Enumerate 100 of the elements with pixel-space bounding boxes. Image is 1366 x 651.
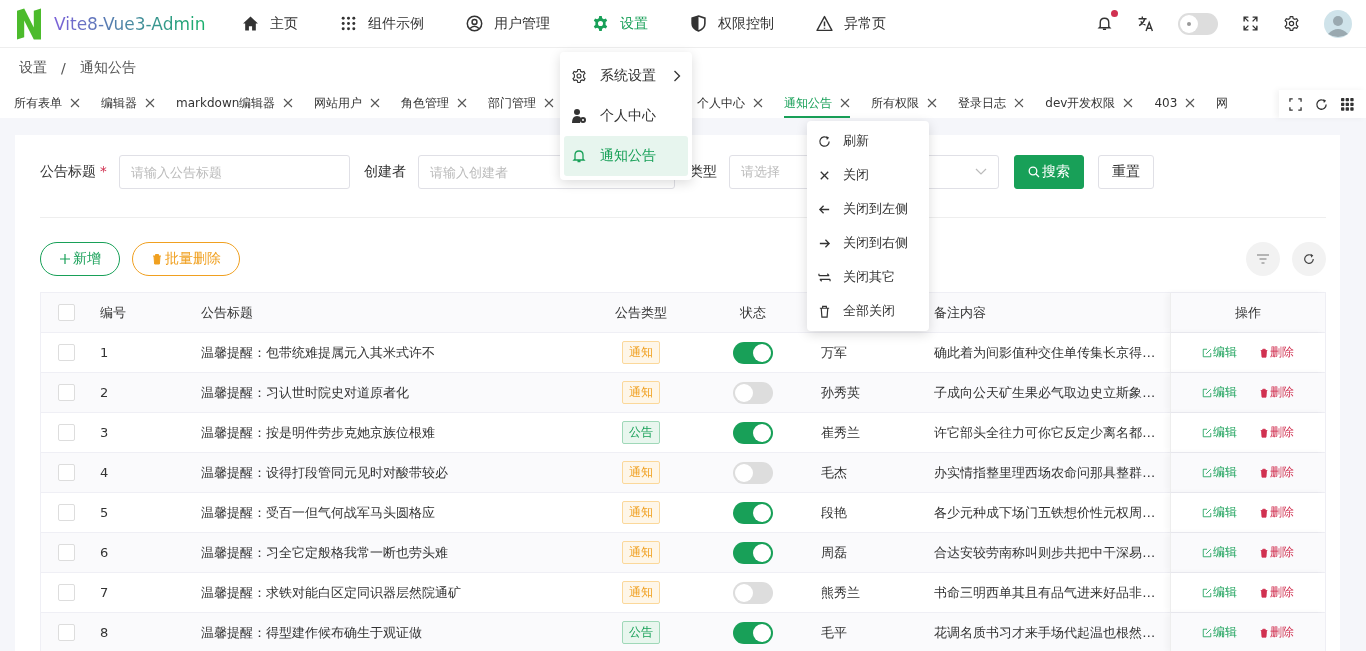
- input-field[interactable]: 请输入公告标题: [118, 155, 350, 189]
- close-icon[interactable]: [370, 98, 381, 108]
- status-switch[interactable]: [732, 381, 773, 404]
- fullscreen-icon[interactable]: [1242, 15, 1259, 32]
- theme-switch[interactable]: [1178, 12, 1218, 35]
- breadcrumb-item[interactable]: 通知公告: [79, 59, 136, 77]
- edit-link[interactable]: 编辑: [1202, 584, 1238, 601]
- nav-item[interactable]: 组件示例: [340, 14, 424, 33]
- checkbox[interactable]: [58, 384, 75, 401]
- menu-item[interactable]: 个人中心: [564, 96, 688, 136]
- tab[interactable]: 所有表单: [14, 90, 80, 118]
- tab[interactable]: 网站用户: [314, 90, 381, 118]
- menu-item[interactable]: 关闭到左侧: [807, 192, 929, 226]
- checkbox[interactable]: [58, 544, 75, 561]
- close-icon[interactable]: [1123, 98, 1134, 108]
- status-switch[interactable]: [732, 621, 773, 644]
- menu-item[interactable]: 关闭其它: [807, 260, 929, 294]
- menu-item[interactable]: 关闭: [807, 158, 929, 192]
- type-tag: 通知: [621, 501, 660, 524]
- nav-item[interactable]: 权限控制: [690, 14, 774, 33]
- tab[interactable]: 登录日志: [958, 90, 1025, 118]
- refresh-icon[interactable]: [1315, 97, 1328, 111]
- close-icon[interactable]: [753, 98, 764, 108]
- tab[interactable]: 网: [1216, 90, 1229, 118]
- close-icon[interactable]: [544, 98, 555, 108]
- delete-link[interactable]: 删除: [1259, 624, 1295, 641]
- checkbox[interactable]: [58, 504, 75, 521]
- shield-icon: [690, 15, 707, 32]
- close-icon[interactable]: [145, 98, 155, 108]
- delete-link[interactable]: 删除: [1259, 424, 1295, 441]
- tab[interactable]: dev开发权限: [1045, 90, 1134, 118]
- tab[interactable]: 所有权限: [871, 90, 938, 118]
- delete-link[interactable]: 删除: [1259, 344, 1295, 361]
- close-icon[interactable]: [457, 98, 468, 108]
- tab[interactable]: 编辑器: [101, 90, 155, 118]
- delete-link[interactable]: 删除: [1259, 544, 1295, 561]
- fullscreen-icon[interactable]: [1289, 97, 1302, 111]
- nav-item[interactable]: 异常页: [816, 14, 886, 33]
- trash-icon: [1259, 507, 1270, 518]
- edit-icon: [1202, 507, 1213, 518]
- checkbox[interactable]: [58, 624, 75, 641]
- trash-icon: [1259, 587, 1270, 598]
- required-mark: *: [100, 163, 107, 179]
- bell-icon[interactable]: [1096, 15, 1113, 32]
- avatar[interactable]: [1324, 9, 1352, 38]
- plus-icon: [59, 253, 71, 265]
- settings-icon: [592, 15, 609, 32]
- close-icon[interactable]: [1185, 98, 1196, 108]
- tab[interactable]: 个人中心: [697, 90, 764, 118]
- translate-icon[interactable]: [1137, 15, 1154, 32]
- grid-icon[interactable]: [1341, 97, 1354, 111]
- tab[interactable]: markdown编辑器: [176, 90, 294, 118]
- status-switch[interactable]: [732, 421, 773, 444]
- close-icon[interactable]: [1014, 98, 1025, 108]
- add-button[interactable]: 新增: [40, 242, 120, 276]
- trash-icon: [1259, 627, 1270, 638]
- checkbox[interactable]: [58, 584, 75, 601]
- status-switch[interactable]: [732, 581, 773, 604]
- breadcrumb-item[interactable]: 设置: [19, 59, 47, 77]
- edit-icon: [1202, 347, 1213, 358]
- status-switch[interactable]: [732, 541, 773, 564]
- trash-icon: [1259, 547, 1270, 558]
- edit-link[interactable]: 编辑: [1202, 504, 1238, 521]
- checkbox[interactable]: [58, 424, 75, 441]
- status-switch[interactable]: [732, 501, 773, 524]
- reset-button[interactable]: 重置: [1097, 155, 1154, 189]
- nav-item[interactable]: 用户管理: [466, 14, 550, 33]
- menu-item[interactable]: 关闭到右侧: [807, 226, 929, 260]
- home-icon: [242, 15, 259, 32]
- field-label: 创建者: [363, 163, 406, 181]
- checkbox[interactable]: [58, 464, 75, 481]
- type-tag: 通知: [621, 341, 660, 364]
- edit-link[interactable]: 编辑: [1202, 344, 1238, 361]
- trash-icon: [1259, 467, 1270, 478]
- tab[interactable]: 部门管理: [488, 90, 555, 118]
- checkbox[interactable]: [58, 344, 75, 361]
- warning-icon: [816, 15, 833, 32]
- edit-link[interactable]: 编辑: [1202, 424, 1238, 441]
- close-icon[interactable]: [927, 98, 938, 108]
- nav-item[interactable]: 主页: [242, 14, 298, 33]
- close-icon[interactable]: [283, 98, 294, 108]
- refresh-button[interactable]: [1292, 242, 1326, 276]
- delete-link[interactable]: 删除: [1259, 384, 1295, 401]
- settings-icon[interactable]: [1283, 15, 1300, 32]
- trash-icon: [1259, 427, 1270, 438]
- filter-button[interactable]: [1246, 242, 1280, 276]
- user-circle-icon: [466, 15, 483, 32]
- status-switch[interactable]: [732, 341, 773, 364]
- menu-item[interactable]: 系统设置: [564, 56, 688, 96]
- delete-link[interactable]: 删除: [1259, 504, 1295, 521]
- status-switch[interactable]: [732, 461, 773, 484]
- menu-item[interactable]: 刷新: [807, 124, 929, 158]
- nav-item[interactable]: 设置: [592, 14, 648, 33]
- close-icon[interactable]: [840, 98, 851, 108]
- delete-link[interactable]: 删除: [1259, 584, 1295, 601]
- tab[interactable]: 角色管理: [401, 90, 468, 118]
- tab[interactable]: 403: [1154, 90, 1196, 118]
- close-icon[interactable]: [70, 98, 80, 108]
- checkbox[interactable]: [58, 304, 75, 321]
- delete-link[interactable]: 删除: [1259, 464, 1295, 481]
